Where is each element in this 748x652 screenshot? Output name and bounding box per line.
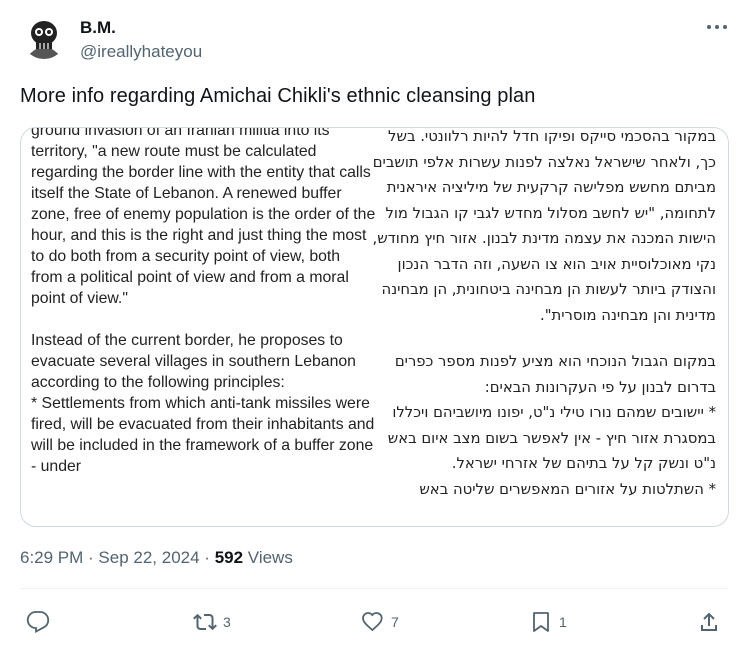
hebrew-paragraph: במקום הגבול הנוכחי הוא מציע לפנות מספר כ… [387, 353, 716, 498]
share-icon [701, 612, 717, 631]
reply-button[interactable] [26, 604, 56, 640]
like-count: 7 [391, 614, 399, 630]
hebrew-text-column: במקור בהסכמי סייקס ופיקו חדל להיות רלוונ… [371, 128, 716, 523]
views-label: Views [247, 548, 293, 567]
author-name[interactable]: B.M. [80, 18, 116, 38]
views-count: 592 [214, 548, 244, 567]
tweet-date[interactable]: Sep 22, 2024 [98, 548, 199, 567]
tweet-meta: 6:29 PM · Sep 22, 2024 · 592 Views [20, 548, 293, 568]
bookmark-icon [533, 612, 549, 632]
english-paragraph: ground invasion of an Iranian militia in… [31, 127, 376, 307]
meta-separator: · [83, 548, 99, 567]
skull-avatar-icon [22, 15, 66, 59]
hebrew-paragraph: במקור בהסכמי סייקס ופיקו חדל להיות רלוונ… [372, 128, 716, 324]
tweet-image[interactable]: ground invasion of an Iranian militia in… [20, 127, 729, 527]
more-options-button[interactable] [706, 20, 728, 34]
tweet-time[interactable]: 6:29 PM [20, 548, 83, 567]
tweet-text: More info regarding Amichai Chikli's eth… [20, 85, 536, 107]
more-icon [707, 25, 727, 29]
english-paragraph: Instead of the current border, he propos… [31, 332, 375, 475]
bookmark-count: 1 [559, 614, 567, 630]
english-text-column: ground invasion of an Iranian militia in… [31, 127, 376, 498]
like-icon [362, 612, 383, 632]
divider [20, 588, 728, 589]
repost-icon [193, 613, 217, 631]
repost-button[interactable]: 3 [193, 604, 231, 640]
like-button[interactable]: 7 [361, 604, 399, 640]
meta-separator: · [199, 548, 215, 567]
share-button[interactable] [697, 604, 721, 640]
bookmark-button[interactable]: 1 [529, 604, 567, 640]
repost-count: 3 [223, 614, 231, 630]
author-handle[interactable]: @ireallyhateyou [80, 42, 202, 62]
action-bar: 3 7 1 [0, 604, 748, 640]
avatar[interactable] [22, 15, 66, 59]
reply-icon [26, 611, 50, 633]
